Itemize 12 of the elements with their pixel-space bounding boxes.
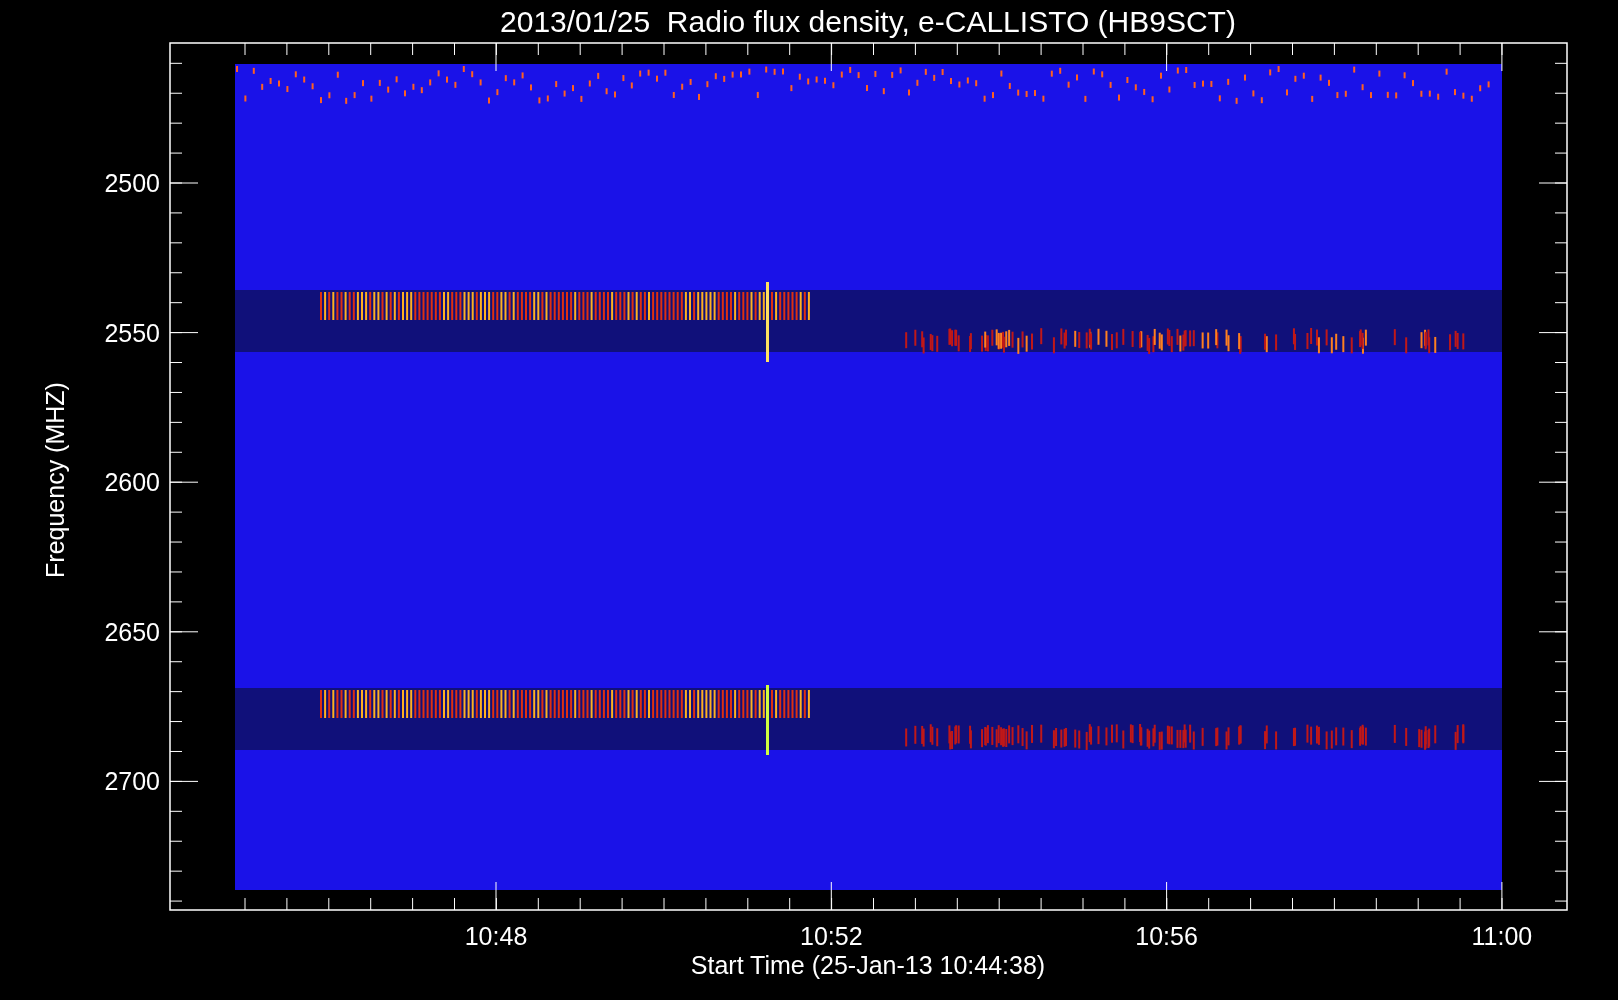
x-tick-label: 10:56 [1135,922,1198,950]
x-axis-label: Start Time (25-Jan-13 10:44:38) [690,951,1046,979]
y-tick-label: 2650 [104,617,160,646]
x-tick-label: 11:00 [1471,922,1533,950]
y-tick-label: 2550 [104,318,160,347]
y-tick-label: 2600 [104,468,160,497]
y-tick-label: 2500 [104,169,160,197]
x-tick-label: 10:52 [800,922,863,950]
y-tick-label: 2700 [104,767,160,796]
y-axis-label: Frequency (MHZ) [41,382,69,578]
chart-title: 2013/01/25 Radio flux density, e-CALLISTO (HB9SCT) [500,5,1236,38]
x-tick-label: 10:48 [464,922,528,950]
